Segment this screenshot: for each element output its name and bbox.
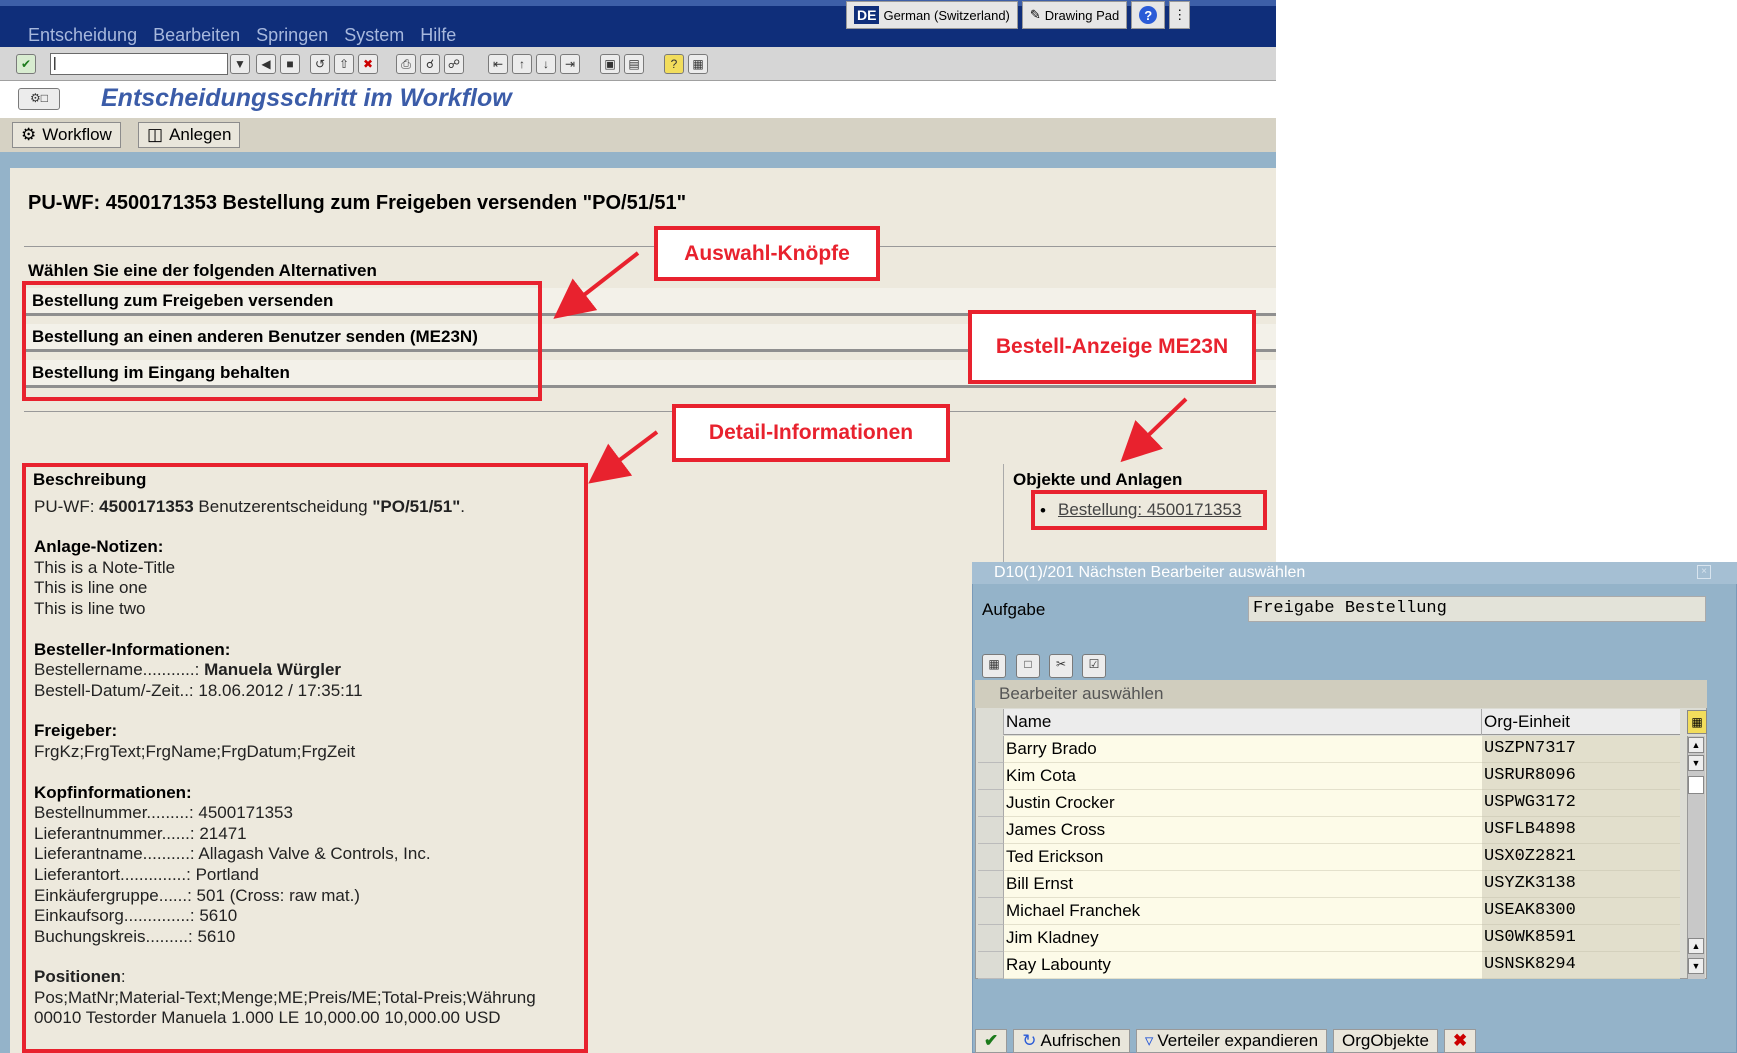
refresh-label: Aufrischen xyxy=(1040,1031,1121,1050)
row-selector[interactable] xyxy=(978,871,1004,898)
row-selector[interactable] xyxy=(978,925,1004,952)
table-row[interactable]: Kim Cota USRUR8096 xyxy=(978,763,1680,790)
column-header-name[interactable]: Name xyxy=(1004,709,1482,735)
select-all-column[interactable] xyxy=(978,709,1004,735)
org-cell: USPWG3172 xyxy=(1482,790,1680,817)
name-cell: Ted Erickson xyxy=(1004,844,1482,871)
select-all-icon[interactable]: ▦ xyxy=(982,654,1006,678)
layout-settings-icon[interactable]: ▦ xyxy=(1687,710,1707,734)
name-cell: Barry Brado xyxy=(1004,736,1482,763)
check-icon: ✔ xyxy=(984,1031,999,1050)
row-selector[interactable] xyxy=(978,844,1004,871)
arrow-to-alternatives xyxy=(553,251,640,319)
name-cell: Bill Ernst xyxy=(1004,871,1482,898)
grid-rows: Barry Brado USZPN7317 Kim Cota USRUR8096 J… xyxy=(978,736,1680,979)
org-objects-label: OrgObjekte xyxy=(1342,1031,1429,1050)
confirm-button[interactable]: ✔ xyxy=(975,1029,1008,1053)
expand-icon: ▿ xyxy=(1144,1031,1154,1050)
name-cell: Justin Crocker xyxy=(1004,790,1482,817)
scroll-down-icon[interactable]: ▼ xyxy=(1688,958,1704,974)
refresh-icon: ↻ xyxy=(1022,1031,1037,1050)
name-cell: Ray Labounty xyxy=(1004,952,1482,979)
table-row[interactable]: Ted Erickson USX0Z2821 xyxy=(978,844,1680,871)
org-cell: USNSK8294 xyxy=(1482,952,1680,979)
arrow-to-details xyxy=(588,430,659,484)
row-selector[interactable] xyxy=(978,898,1004,925)
grid-header: Name Org-Einheit xyxy=(978,709,1680,735)
org-cell: USEAK8300 xyxy=(1482,898,1680,925)
name-cell: Jim Kladney xyxy=(1004,925,1482,952)
table-row[interactable]: Jim Kladney US0WK8591 xyxy=(978,925,1680,952)
org-cell: USYZK3138 xyxy=(1482,871,1680,898)
grid-title: Bearbeiter auswählen xyxy=(975,680,1707,708)
org-cell: USZPN7317 xyxy=(1482,736,1680,763)
dialog-close-icon[interactable]: × xyxy=(1697,565,1711,579)
org-cell: USRUR8096 xyxy=(1482,763,1680,790)
org-objects-button[interactable]: OrgObjekte xyxy=(1333,1029,1438,1053)
expand-distribution-button[interactable]: ▿ Verteiler expandieren xyxy=(1135,1029,1328,1053)
arrow-to-object-link xyxy=(1120,397,1188,463)
expand-label: Verteiler expandieren xyxy=(1157,1031,1319,1050)
table-row[interactable]: Michael Franchek USEAK8300 xyxy=(978,898,1680,925)
name-cell: Kim Cota xyxy=(1004,763,1482,790)
name-cell: James Cross xyxy=(1004,817,1482,844)
dialog-title: D10(1)/201 Nächsten Bearbeiter auswählen xyxy=(972,562,1737,584)
org-cell: USFLB4898 xyxy=(1482,817,1680,844)
cut-icon[interactable]: ✂ xyxy=(1049,654,1073,678)
row-selector[interactable] xyxy=(978,817,1004,844)
dialog-toolbar: ✔ ↻ Aufrischen ▿ Verteiler expandieren Org… xyxy=(975,1029,1477,1053)
row-selector[interactable] xyxy=(978,736,1004,763)
row-selector[interactable] xyxy=(978,763,1004,790)
page-up-icon[interactable]: ▲ xyxy=(1688,938,1704,954)
table-row[interactable]: Barry Brado USZPN7317 xyxy=(978,736,1680,763)
table-row[interactable]: Justin Crocker USPWG3172 xyxy=(978,790,1680,817)
table-row[interactable]: Bill Ernst USYZK3138 xyxy=(978,871,1680,898)
deselect-all-icon[interactable]: □ xyxy=(1016,654,1040,678)
row-selector[interactable] xyxy=(978,952,1004,979)
refresh-button[interactable]: ↻ Aufrischen xyxy=(1013,1029,1130,1053)
scroll-thumb[interactable] xyxy=(1688,776,1704,794)
column-header-org[interactable]: Org-Einheit xyxy=(1482,709,1680,735)
cancel-x-icon: ✖ xyxy=(1452,1031,1468,1050)
page-down-icon[interactable]: ▼ xyxy=(1688,755,1704,771)
name-cell: Michael Franchek xyxy=(1004,898,1482,925)
aufgabe-label: Aufgabe xyxy=(982,600,1046,619)
cancel-button[interactable]: ✖ xyxy=(1443,1029,1477,1053)
scroll-up-icon[interactable]: ▲ xyxy=(1688,737,1704,753)
table-row[interactable]: Ray Labounty USNSK8294 xyxy=(978,952,1680,979)
paste-icon[interactable]: ☑ xyxy=(1082,654,1106,678)
org-cell: USX0Z2821 xyxy=(1482,844,1680,871)
table-row[interactable]: James Cross USFLB4898 xyxy=(978,817,1680,844)
aufgabe-field[interactable]: Freigabe Bestellung xyxy=(1248,596,1706,622)
org-cell: US0WK8591 xyxy=(1482,925,1680,952)
row-selector[interactable] xyxy=(978,790,1004,817)
